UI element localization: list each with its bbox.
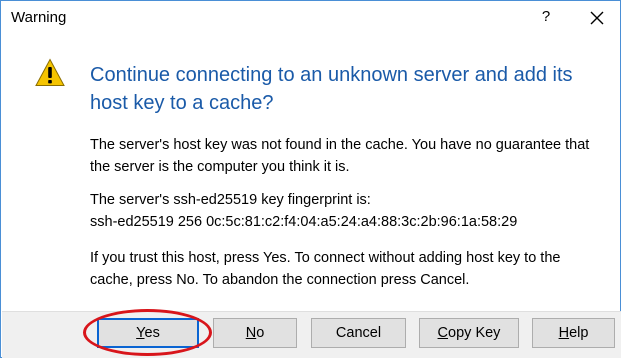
text-line: The server's host key was not found in t…	[90, 137, 590, 153]
text-line: The server's ssh-ed25519 key fingerprint…	[90, 192, 371, 208]
close-button[interactable]	[585, 7, 609, 29]
fingerprint-value: ssh-ed25519 256 0c:5c:81:c2:f4:04:a5:24:…	[90, 214, 518, 230]
text-line: If you trust this host, press Yes. To co…	[90, 250, 561, 266]
window-title: Warning	[11, 9, 67, 26]
no-button[interactable]: No	[213, 318, 297, 348]
copy-key-button[interactable]: Copy Key	[419, 318, 519, 348]
close-icon	[590, 11, 604, 25]
text-line: cache, press No. To abandon the connecti…	[90, 272, 470, 288]
instructions-text: If you trust this host, press Yes. To co…	[90, 247, 615, 291]
text-line: the server is the computer you think it …	[90, 159, 350, 175]
yes-button[interactable]: Yes	[97, 318, 199, 348]
heading-line: Continue connecting to an unknown server…	[90, 64, 573, 86]
title-bar: Warning ?	[1, 1, 620, 33]
warning-icon	[35, 58, 65, 86]
fingerprint-text: The server's ssh-ed25519 key fingerprint…	[90, 189, 615, 233]
heading-line: host key to a cache?	[90, 92, 274, 114]
help-button[interactable]: Help	[532, 318, 615, 348]
warning-dialog: Warning ? Continue connecting to an unkn…	[0, 0, 621, 358]
help-title-button[interactable]: ?	[535, 7, 557, 27]
cancel-button[interactable]: Cancel	[311, 318, 406, 348]
host-key-not-found-text: The server's host key was not found in t…	[90, 134, 615, 178]
dialog-heading: Continue connecting to an unknown server…	[90, 61, 605, 117]
